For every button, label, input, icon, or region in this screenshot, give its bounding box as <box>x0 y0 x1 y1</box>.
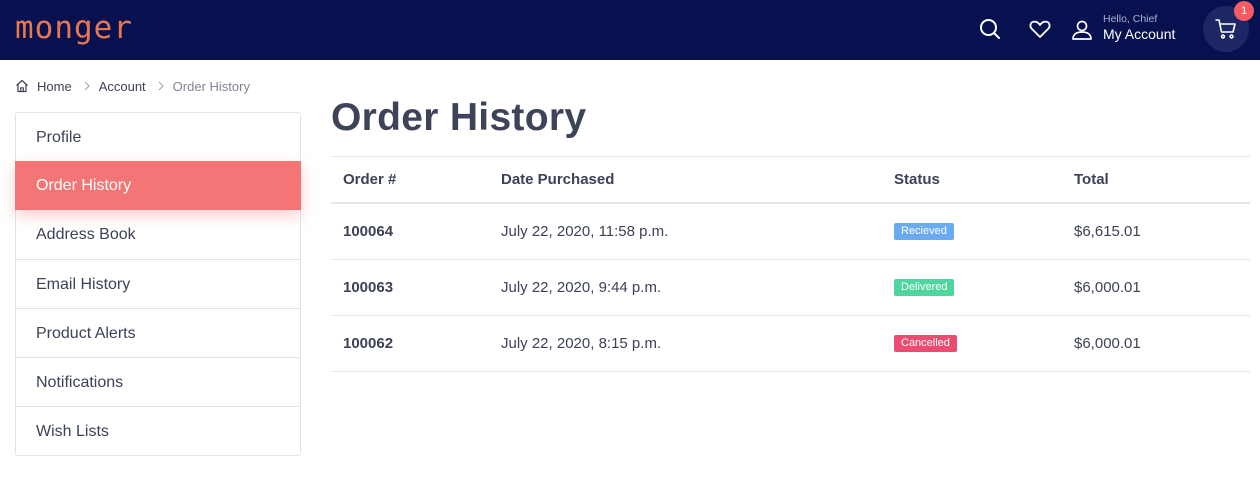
table-row[interactable]: 100064 July 22, 2020, 11:58 p.m. Recieve… <box>331 204 1250 260</box>
user-icon <box>1072 20 1092 40</box>
column-header-status: Status <box>894 171 940 188</box>
order-number[interactable]: 100063 <box>343 260 393 315</box>
sidebar-item-email-history[interactable]: Email History <box>15 259 301 308</box>
column-header-order-number: Order # <box>343 171 397 188</box>
sidebar-item-wish-lists[interactable]: Wish Lists <box>15 406 301 455</box>
status-badge: Recieved <box>894 223 954 240</box>
search-icon[interactable] <box>977 16 1003 42</box>
order-date: July 22, 2020, 8:15 p.m. <box>501 335 662 352</box>
account-sidebar: Profile Order History Address Book Email… <box>15 112 301 456</box>
sidebar-item-address-book[interactable]: Address Book <box>15 210 301 259</box>
breadcrumb: Home Account Order History <box>15 78 250 94</box>
order-total: $6,000.01 <box>1074 335 1141 352</box>
status-badge: Delivered <box>894 279 955 296</box>
breadcrumb-account[interactable]: Account <box>99 79 146 94</box>
greeting-text: Hello, Chief <box>1103 13 1158 25</box>
status-badge: Cancelled <box>894 335 957 352</box>
top-navigation-bar: monger Hello, Chief My Account 1 <box>0 0 1260 60</box>
chevron-right-icon <box>158 81 164 91</box>
sidebar-item-profile[interactable]: Profile <box>15 113 301 162</box>
cart-icon <box>1215 19 1236 39</box>
table-row[interactable]: 100062 July 22, 2020, 8:15 p.m. Cancelle… <box>331 316 1250 372</box>
home-icon <box>16 79 28 93</box>
my-account-label: My Account <box>1103 26 1176 42</box>
order-number[interactable]: 100062 <box>343 316 393 371</box>
table-row[interactable]: 100063 July 22, 2020, 9:44 p.m. Delivere… <box>331 260 1250 316</box>
column-header-total: Total <box>1074 171 1109 188</box>
order-total: $6,000.01 <box>1074 279 1141 296</box>
sidebar-item-order-history[interactable]: Order History <box>15 161 301 210</box>
order-date: July 22, 2020, 11:58 p.m. <box>501 223 669 240</box>
page-title: Order History <box>331 96 587 139</box>
column-header-date: Date Purchased <box>501 171 615 188</box>
breadcrumb-current: Order History <box>172 78 250 94</box>
table-header-row: Order # Date Purchased Status Total <box>331 156 1250 204</box>
cart-count-badge: 1 <box>1234 1 1254 21</box>
order-number[interactable]: 100064 <box>343 204 393 259</box>
order-total: $6,615.01 <box>1074 223 1141 240</box>
chevron-right-icon <box>84 81 90 91</box>
sidebar-item-notifications[interactable]: Notifications <box>15 357 301 406</box>
sidebar-item-product-alerts[interactable]: Product Alerts <box>15 308 301 357</box>
orders-table: Order # Date Purchased Status Total 1000… <box>331 156 1250 372</box>
heart-icon[interactable] <box>1027 16 1053 42</box>
site-logo[interactable]: monger <box>15 10 133 46</box>
breadcrumb-home[interactable]: Home <box>37 79 72 94</box>
order-date: July 22, 2020, 9:44 p.m. <box>501 279 662 296</box>
